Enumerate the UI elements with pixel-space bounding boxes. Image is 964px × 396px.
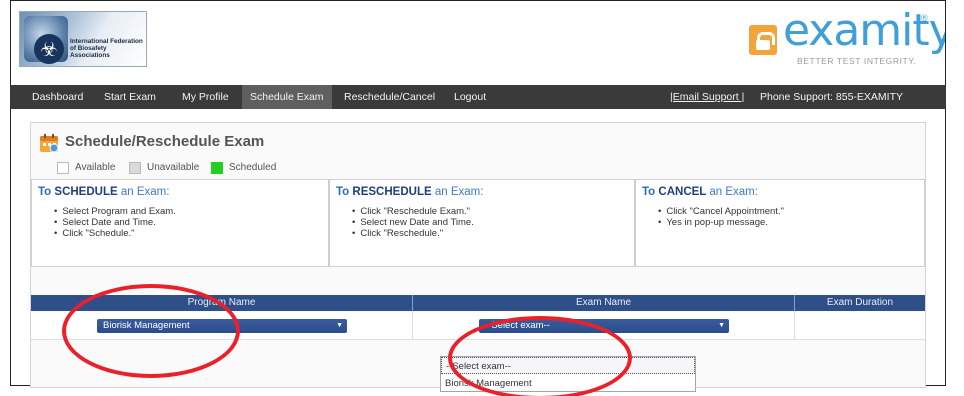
chevron-down-icon: ▼ xyxy=(336,322,343,329)
main-nav: Dashboard Start Exam My Profile Schedule… xyxy=(10,85,946,109)
list-item: Select Program and Exam. xyxy=(54,206,176,217)
table-row: Biorisk Management ▼ --Select exam-- ▼ xyxy=(31,312,925,340)
duration-cell xyxy=(795,312,925,340)
exam-select-value: --Select exam-- xyxy=(485,320,550,331)
legend-swatch-available xyxy=(57,162,69,174)
schedule-panel: Schedule/Reschedule Exam Available Unava… xyxy=(30,122,926,388)
schedule-instructions-heading: To SCHEDULE an Exam: xyxy=(38,186,169,198)
heading-rest: an Exam: xyxy=(709,186,758,198)
exam-cell: --Select exam-- ▼ xyxy=(413,312,795,340)
org-logo[interactable]: ☣ International Federation of Biosafety … xyxy=(19,11,147,67)
brand-tagline: BETTER TEST INTEGRITY. xyxy=(797,56,917,66)
list-item: Select Date and Time. xyxy=(54,217,176,228)
org-logo-text: International Federation of Biosafety As… xyxy=(70,38,143,59)
cancel-instructions-heading: To CANCEL an Exam: xyxy=(642,186,758,198)
nav-schedule-exam[interactable]: Schedule Exam xyxy=(242,85,332,109)
header-exam-duration: Exam Duration xyxy=(826,297,894,308)
heading-prefix: To xyxy=(336,186,350,198)
list-item: Select new Date and Time. xyxy=(352,217,474,228)
cancel-steps: Click "Cancel Appointment." Yes in pop-u… xyxy=(658,206,784,228)
exam-options-dropdown[interactable]: --Select exam-- Biorisk Management xyxy=(440,356,696,392)
heading-prefix: To xyxy=(38,186,52,198)
list-item: Click "Cancel Appointment." xyxy=(658,206,784,217)
nav-my-profile[interactable]: My Profile xyxy=(174,85,237,109)
heading-rest: an Exam: xyxy=(120,186,170,198)
schedule-instructions: To SCHEDULE an Exam: Select Program and … xyxy=(31,179,329,267)
legend-label-unavailable: Unavailable xyxy=(147,162,200,173)
table-header: Program Name Exam Name Exam Duration xyxy=(31,295,925,311)
heading-verb: SCHEDULE xyxy=(54,186,118,198)
nav-dashboard[interactable]: Dashboard xyxy=(24,85,91,109)
reschedule-instructions: To RESCHEDULE an Exam: Click "Reschedule… xyxy=(329,179,635,267)
calendar-icon xyxy=(40,134,59,153)
program-select-value: Biorisk Management xyxy=(103,320,190,331)
exam-select[interactable]: --Select exam-- ▼ xyxy=(479,319,729,333)
registered-mark: ® xyxy=(921,13,928,23)
phone-support: Phone Support: 855-EXAMITY xyxy=(760,91,903,103)
heading-rest: an Exam: xyxy=(434,186,484,198)
examity-logo[interactable]: examity ® BETTER TEST INTEGRITY. xyxy=(733,5,945,69)
reschedule-steps: Click "Reschedule Exam." Select new Date… xyxy=(352,206,474,239)
header: ☣ International Federation of Biosafety … xyxy=(11,1,945,83)
nav-reschedule-cancel[interactable]: Reschedule/Cancel xyxy=(336,85,443,109)
list-item: Click "Reschedule." xyxy=(352,228,474,239)
nav-start-exam[interactable]: Start Exam xyxy=(96,85,164,109)
list-item: Yes in pop-up message. xyxy=(658,217,784,228)
program-select[interactable]: Biorisk Management ▼ xyxy=(97,319,347,333)
page-title: Schedule/Reschedule Exam xyxy=(65,133,265,150)
program-cell: Biorisk Management ▼ xyxy=(31,312,413,340)
header-program-name: Program Name xyxy=(31,295,413,311)
exam-option[interactable]: --Select exam-- xyxy=(441,357,695,374)
legend-swatch-unavailable xyxy=(129,162,141,174)
email-support-link[interactable]: |Email Support | xyxy=(670,85,744,109)
nav-logout[interactable]: Logout xyxy=(446,85,494,109)
list-item: Click "Schedule." xyxy=(54,228,176,239)
schedule-steps: Select Program and Exam. Select Date and… xyxy=(54,206,176,239)
heading-verb: CANCEL xyxy=(658,186,707,198)
heading-prefix: To xyxy=(642,186,656,198)
biohazard-icon: ☣ xyxy=(34,34,64,64)
list-item: Click "Reschedule Exam." xyxy=(352,206,474,217)
email-support-text[interactable]: |Email Support | xyxy=(670,91,744,103)
header-exam-name: Exam Name xyxy=(413,295,795,311)
heading-verb: RESCHEDULE xyxy=(352,186,432,198)
lock-icon xyxy=(749,25,777,55)
chevron-down-icon: ▼ xyxy=(718,322,725,329)
cancel-instructions: To CANCEL an Exam: Click "Cancel Appoint… xyxy=(635,179,925,267)
legend-label-available: Available xyxy=(75,162,116,173)
reschedule-instructions-heading: To RESCHEDULE an Exam: xyxy=(336,186,483,198)
legend-label-scheduled: Scheduled xyxy=(229,162,277,173)
exam-option[interactable]: Biorisk Management xyxy=(441,375,695,392)
legend-swatch-scheduled xyxy=(211,162,223,174)
